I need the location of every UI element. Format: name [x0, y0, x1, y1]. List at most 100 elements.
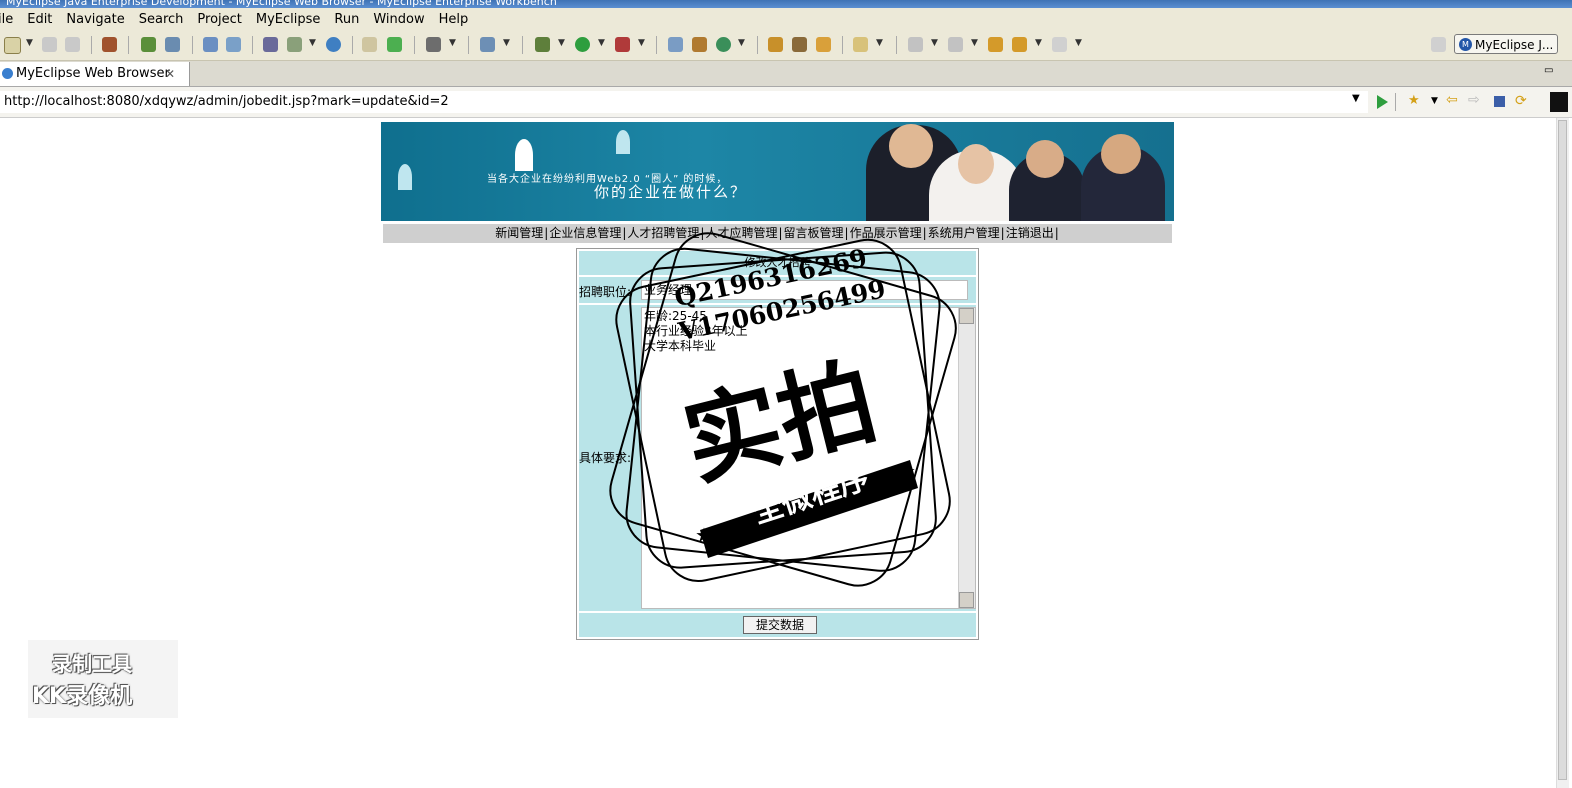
submit-button[interactable]: 提交数据 — [743, 616, 817, 634]
dropdown-icon[interactable]: ▼ — [309, 38, 316, 48]
nav-system-users[interactable]: 系统用户管理 — [928, 226, 1000, 240]
close-icon[interactable]: ✕ — [165, 62, 175, 86]
scroll-up-icon[interactable] — [959, 308, 974, 324]
back-icon[interactable] — [1012, 37, 1027, 52]
menu-bar: ile Edit Navigate Search Project MyEclip… — [0, 8, 1572, 30]
recorder-watermark: 录制工具 KK录像机 — [28, 640, 178, 718]
dropdown-icon[interactable]: ▼ — [558, 38, 565, 48]
server-icon[interactable] — [165, 37, 180, 52]
run-icon[interactable] — [575, 37, 590, 52]
dropdown-icon[interactable]: ▼ — [738, 38, 745, 48]
menu-file[interactable]: ile — [0, 12, 13, 27]
dropdown-icon[interactable]: ▼ — [971, 38, 978, 48]
toolbar-separator — [352, 36, 353, 54]
nav-applications[interactable]: 人才应聘管理 — [705, 226, 777, 240]
nav-recruitment[interactable]: 人才招聘管理 — [627, 226, 699, 240]
last-edit-icon[interactable] — [988, 37, 1003, 52]
open-file-icon[interactable] — [853, 37, 868, 52]
nav-separator: | — [778, 226, 783, 240]
new-dropdown-icon[interactable]: ▼ — [26, 38, 33, 48]
archive-icon[interactable] — [816, 37, 831, 52]
debug-icon[interactable] — [535, 37, 550, 52]
favorites-icon[interactable]: ★ — [1408, 93, 1420, 108]
nav-separator: | — [1054, 226, 1059, 240]
nav-message-board[interactable]: 留言板管理 — [784, 226, 844, 240]
url-history-dropdown-icon[interactable]: ▼ — [1352, 93, 1360, 104]
menu-edit[interactable]: Edit — [27, 12, 52, 27]
build-icon[interactable] — [692, 37, 707, 52]
nav-company-info[interactable]: 企业信息管理 — [549, 226, 621, 240]
wizard-icon[interactable] — [263, 37, 278, 52]
refresh-icon[interactable]: ⟳ — [1515, 93, 1527, 109]
menu-project[interactable]: Project — [197, 12, 241, 27]
vertical-scrollbar[interactable] — [1556, 118, 1569, 788]
toolbar-separator — [757, 36, 758, 54]
add-icon[interactable] — [387, 37, 402, 52]
open-perspective-icon[interactable] — [1431, 37, 1446, 52]
perspective-label: MyEclipse J... — [1475, 38, 1554, 52]
toolbar-separator — [656, 36, 657, 54]
nav-works[interactable]: 作品展示管理 — [850, 226, 922, 240]
minimize-icon[interactable]: ▭ — [1544, 65, 1553, 76]
forward-icon[interactable] — [1052, 37, 1067, 52]
folder-icon[interactable] — [362, 37, 377, 52]
package-icon[interactable] — [102, 37, 117, 52]
dropdown-icon[interactable]: ▼ — [503, 38, 510, 48]
url-input[interactable]: http://localhost:8080/xdqywz/admin/jobed… — [0, 91, 1368, 113]
scrollbar-thumb[interactable] — [1558, 120, 1567, 780]
go-icon[interactable] — [1377, 95, 1388, 109]
next-annotation-icon[interactable] — [908, 37, 923, 52]
external-tools-icon[interactable] — [615, 37, 630, 52]
toolbar-separator — [896, 36, 897, 54]
back-icon[interactable]: ⇦ — [1446, 92, 1458, 108]
menu-navigate[interactable]: Navigate — [66, 12, 124, 27]
dropdown-icon[interactable]: ▼ — [598, 38, 605, 48]
toolbar-separator — [842, 36, 843, 54]
menu-run[interactable]: Run — [334, 12, 359, 27]
dropdown-icon[interactable]: ▼ — [449, 38, 456, 48]
perspective-switcher[interactable]: M MyEclipse J... — [1454, 34, 1558, 54]
face-photo — [958, 144, 994, 184]
console-icon[interactable] — [1550, 92, 1568, 112]
save-icon[interactable] — [42, 37, 57, 52]
dropdown-icon[interactable]: ▼ — [931, 38, 938, 48]
bug-icon[interactable] — [141, 37, 156, 52]
hierarchy-icon[interactable] — [668, 37, 683, 52]
deploy-icon[interactable] — [203, 37, 218, 52]
stop-icon[interactable] — [1494, 96, 1505, 107]
globe-icon[interactable] — [326, 37, 341, 52]
tab-web-browser[interactable]: MyEclipse Web Browser ✕ — [0, 62, 190, 86]
camera-icon[interactable] — [426, 37, 441, 52]
dropdown-icon[interactable]: ▼ — [638, 38, 645, 48]
toolbar-separator — [522, 36, 523, 54]
dropdown-icon[interactable]: ▼ — [876, 38, 883, 48]
nav-logout[interactable]: 注销退出 — [1006, 226, 1054, 240]
scroll-down-icon[interactable] — [959, 592, 974, 608]
toolbar-separator — [1395, 93, 1396, 111]
new-class-icon[interactable] — [480, 37, 495, 52]
menu-help[interactable]: Help — [439, 12, 469, 27]
textarea-scrollbar[interactable] — [958, 308, 975, 608]
globe-icon — [2, 68, 13, 79]
dropdown-icon[interactable]: ▼ — [1075, 38, 1082, 48]
nav-separator: | — [622, 226, 627, 240]
requirements-label: 具体要求: — [579, 451, 632, 465]
search-icon[interactable] — [226, 37, 241, 52]
new-icon[interactable] — [4, 37, 21, 54]
previous-annotation-icon[interactable] — [948, 37, 963, 52]
admin-nav: 新闻管理|企业信息管理|人才招聘管理|人才应聘管理|留言板管理|作品展示管理|系… — [383, 224, 1172, 243]
print-icon[interactable] — [65, 37, 80, 52]
favorites-dropdown-icon[interactable]: ▼ — [1431, 96, 1438, 106]
pin-icon[interactable] — [792, 37, 807, 52]
toolbar-separator — [192, 36, 193, 54]
nav-news[interactable]: 新闻管理 — [495, 226, 543, 240]
menu-myeclipse[interactable]: MyEclipse — [256, 12, 321, 27]
forward-icon[interactable]: ⇨ — [1468, 92, 1480, 108]
menu-window[interactable]: Window — [373, 12, 424, 27]
open-folder-icon[interactable] — [768, 37, 783, 52]
file-icon[interactable] — [287, 37, 302, 52]
dropdown-icon[interactable]: ▼ — [1035, 38, 1042, 48]
menu-search[interactable]: Search — [139, 12, 184, 27]
refresh-icon[interactable] — [716, 37, 731, 52]
nav-separator: | — [544, 226, 549, 240]
